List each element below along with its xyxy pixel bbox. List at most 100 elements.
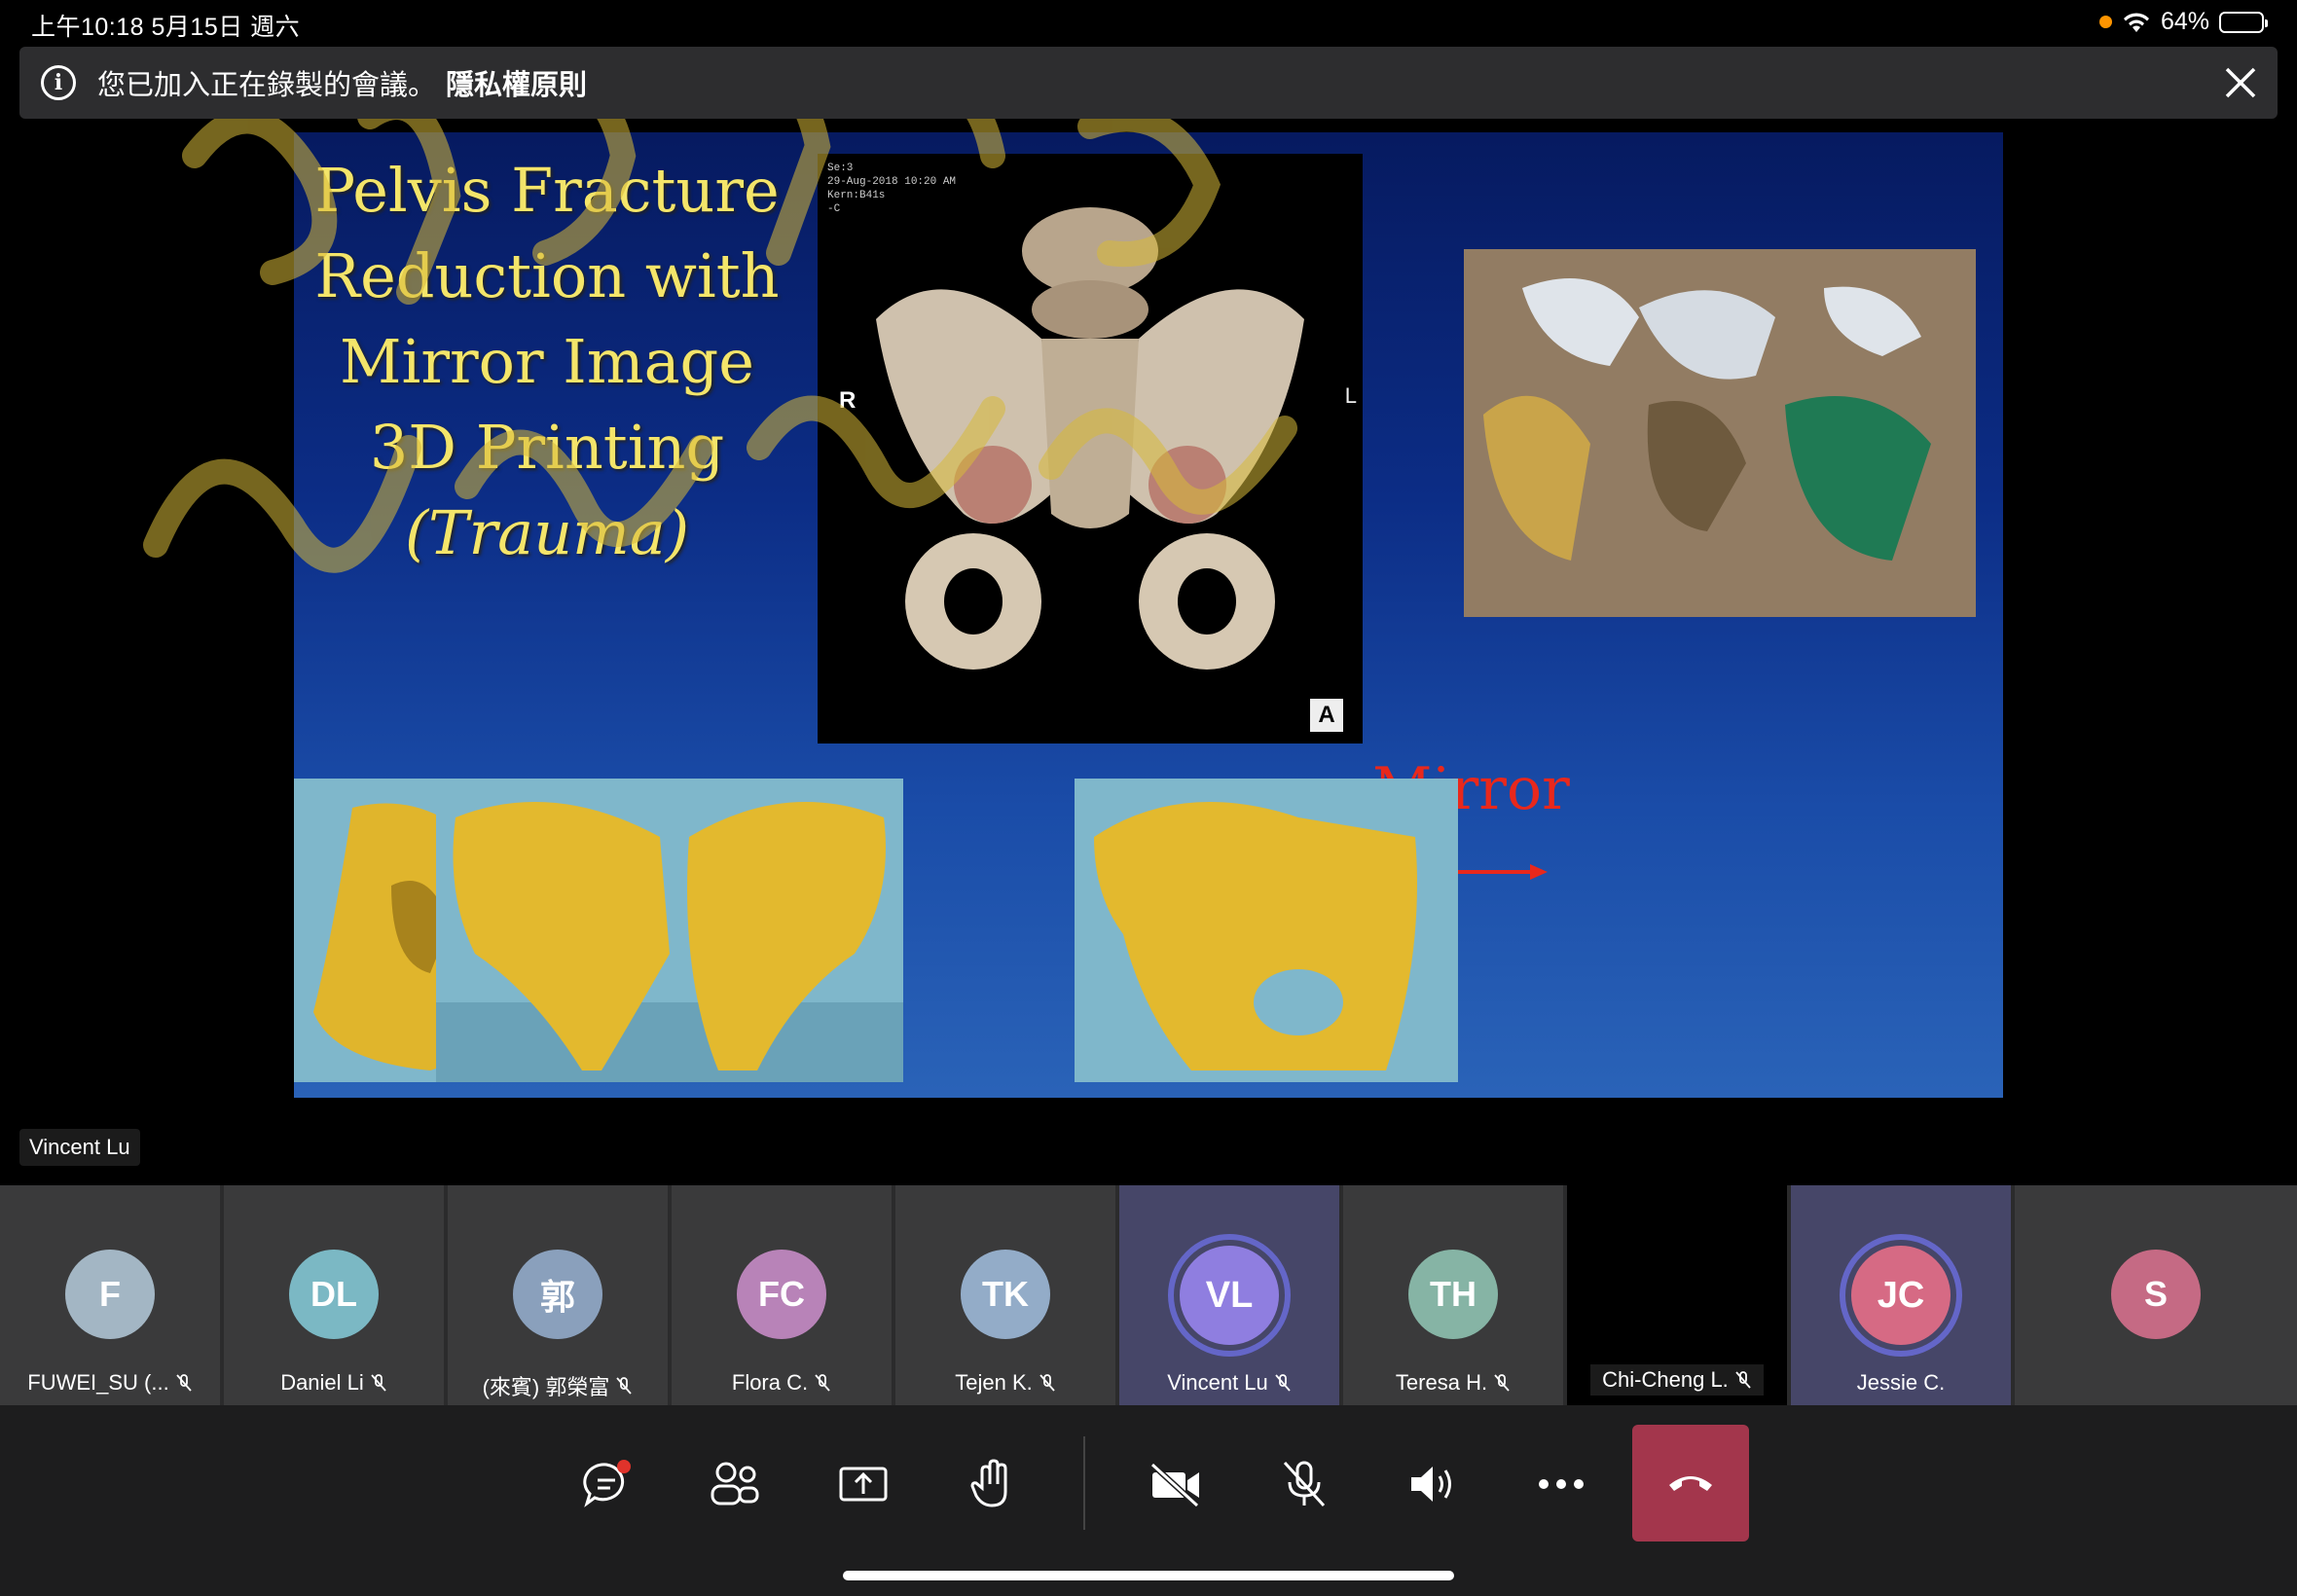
slide-title-subtitle: (Trauma) [404, 497, 690, 568]
participants-button[interactable] [681, 1427, 788, 1542]
mic-toggle-button[interactable] [1251, 1427, 1358, 1542]
avatar-inner: VL [1180, 1246, 1279, 1345]
slide-title-line: Reduction with [314, 240, 780, 311]
close-icon[interactable] [2219, 61, 2262, 104]
ct-right-marker: R [839, 387, 857, 414]
participant-tile-video[interactable]: Chi-Cheng L. [1567, 1185, 1787, 1405]
avatar-initials: TK [982, 1274, 1029, 1314]
shared-slide: Pelvis Fracture Reduction with Mirror Im… [294, 132, 2003, 1098]
avatar-initials: S [2143, 1274, 2168, 1314]
pelvis-ct-render [876, 207, 1304, 670]
participant-name: Jessie C. [1791, 1370, 2011, 1396]
info-icon: i [41, 65, 76, 100]
avatar-initials: DL [310, 1274, 357, 1314]
hang-up-button[interactable] [1632, 1425, 1749, 1542]
camera-off-icon [1149, 1462, 1200, 1507]
camera-toggle-button[interactable] [1122, 1427, 1229, 1542]
avatar: DL [289, 1250, 379, 1339]
privacy-policy-link[interactable]: 隱私權原則 [446, 62, 587, 103]
slide-title-line: Mirror Image [340, 326, 754, 397]
printed-models-illustration [1464, 249, 1976, 617]
recording-message: 您已加入正在錄製的會議。 [97, 70, 437, 101]
participant-tile[interactable]: JC Jessie C. [1791, 1185, 2011, 1405]
avatar: TK [961, 1250, 1050, 1339]
participant-name-text: Tejen K. [955, 1370, 1033, 1395]
participant-name: Teresa H. [1343, 1370, 1563, 1396]
raise-hand-icon [970, 1459, 1007, 1507]
participant-name: Daniel Li [224, 1370, 444, 1396]
mic-muted-icon [1039, 1374, 1055, 1392]
slide-title-line: Pelvis Fracture [314, 155, 780, 226]
more-button[interactable] [1508, 1427, 1615, 1542]
speaker-button[interactable] [1379, 1427, 1486, 1542]
avatar: VL [1168, 1234, 1291, 1357]
chat-button[interactable] [553, 1427, 660, 1542]
participant-name: (來賓) 郭榮富 [448, 1370, 668, 1401]
ct-meta-line: 29-Aug-2018 10:20 AM [827, 176, 957, 188]
ct-meta-line: Se:3 [827, 163, 854, 174]
participant-name-text: Jessie C. [1856, 1370, 1946, 1395]
mic-muted-icon [1275, 1374, 1291, 1392]
raise-hand-button[interactable] [938, 1427, 1045, 1542]
participant-name-text: Daniel Li [280, 1370, 364, 1395]
presenter-name-label: Vincent Lu [19, 1129, 140, 1166]
more-icon [1539, 1479, 1584, 1489]
avatar: F [65, 1250, 155, 1339]
participant-name-text: Vincent Lu [1167, 1370, 1268, 1395]
participant-name: Chi-Cheng L. [1590, 1364, 1764, 1396]
battery-percent: 64% [2160, 8, 2209, 35]
participant-name-text: Chi-Cheng L. [1602, 1367, 1729, 1392]
participant-name: Flora C. [672, 1370, 892, 1396]
share-icon [839, 1467, 888, 1502]
participant-tile[interactable]: S [2015, 1185, 2297, 1405]
slide-title-line: 3D Printing [369, 412, 725, 483]
status-time: 上午10:18 5月15日 週六 [31, 14, 301, 41]
avatar-inner: JC [1851, 1246, 1951, 1345]
hemipelvis-pair-render [436, 802, 903, 1082]
participant-tile[interactable]: FC Flora C. [672, 1185, 892, 1405]
mic-muted-icon [815, 1374, 830, 1392]
avatar-initials: 郭 [539, 1277, 575, 1317]
printed-models-photo [1464, 249, 1976, 617]
mic-muted-icon [371, 1374, 386, 1392]
avatar-initials: JC [1877, 1274, 1925, 1316]
mic-muted-icon [616, 1377, 633, 1395]
avatar: 郭 [513, 1250, 602, 1339]
controls-divider [1083, 1436, 1085, 1530]
speaker-icon [1411, 1467, 1451, 1502]
status-right: 64% [2098, 8, 2268, 36]
avatar-initials: VL [1205, 1274, 1254, 1316]
participant-tile[interactable]: VL Vincent Lu [1119, 1185, 1339, 1405]
call-controls [0, 1405, 2297, 1596]
recording-banner: i 您已加入正在錄製的會議。 隱私權原則 [19, 47, 2278, 119]
participant-strip[interactable]: F FUWEI_SU (... DL Daniel Li 郭 (來賓) 郭榮富 … [0, 1185, 2297, 1405]
ct-scan-image: Se:3 29-Aug-2018 10:20 AM Kern:B41s -C R… [818, 154, 1363, 744]
avatar-initials: TH [1430, 1274, 1477, 1314]
share-button[interactable] [810, 1427, 917, 1542]
status-bar: 上午10:18 5月15日 週六 64% [0, 0, 2297, 45]
ct-anterior-marker: A [1310, 699, 1343, 732]
avatar: S [2111, 1250, 2201, 1339]
participant-tile[interactable]: TH Teresa H. [1343, 1185, 1563, 1405]
home-indicator[interactable] [843, 1571, 1454, 1580]
participant-tile[interactable]: 郭 (來賓) 郭榮富 [448, 1185, 668, 1405]
hang-up-icon [1669, 1476, 1712, 1491]
participant-name: FUWEI_SU (... [0, 1370, 220, 1396]
participant-tile[interactable]: DL Daniel Li [224, 1185, 444, 1405]
chat-icon [583, 1460, 631, 1507]
slide-title: Pelvis Fracture Reduction with Mirror Im… [294, 148, 800, 576]
participant-name-text: Flora C. [731, 1370, 809, 1395]
participant-name: Vincent Lu [1119, 1370, 1339, 1396]
avatar: FC [737, 1250, 826, 1339]
mic-off-icon [1283, 1461, 1326, 1507]
participant-tile[interactable]: TK Tejen K. [895, 1185, 1115, 1405]
avatar-initials: FC [758, 1274, 805, 1314]
mic-muted-icon [1494, 1374, 1510, 1392]
avatar-initials: F [99, 1274, 121, 1314]
avatar: JC [1840, 1234, 1962, 1357]
wifi-icon [2123, 12, 2149, 32]
bone-view-middle [436, 779, 903, 1082]
participant-tile[interactable]: F FUWEI_SU (... [0, 1185, 220, 1405]
people-icon [711, 1462, 759, 1505]
avatar: TH [1408, 1250, 1498, 1339]
